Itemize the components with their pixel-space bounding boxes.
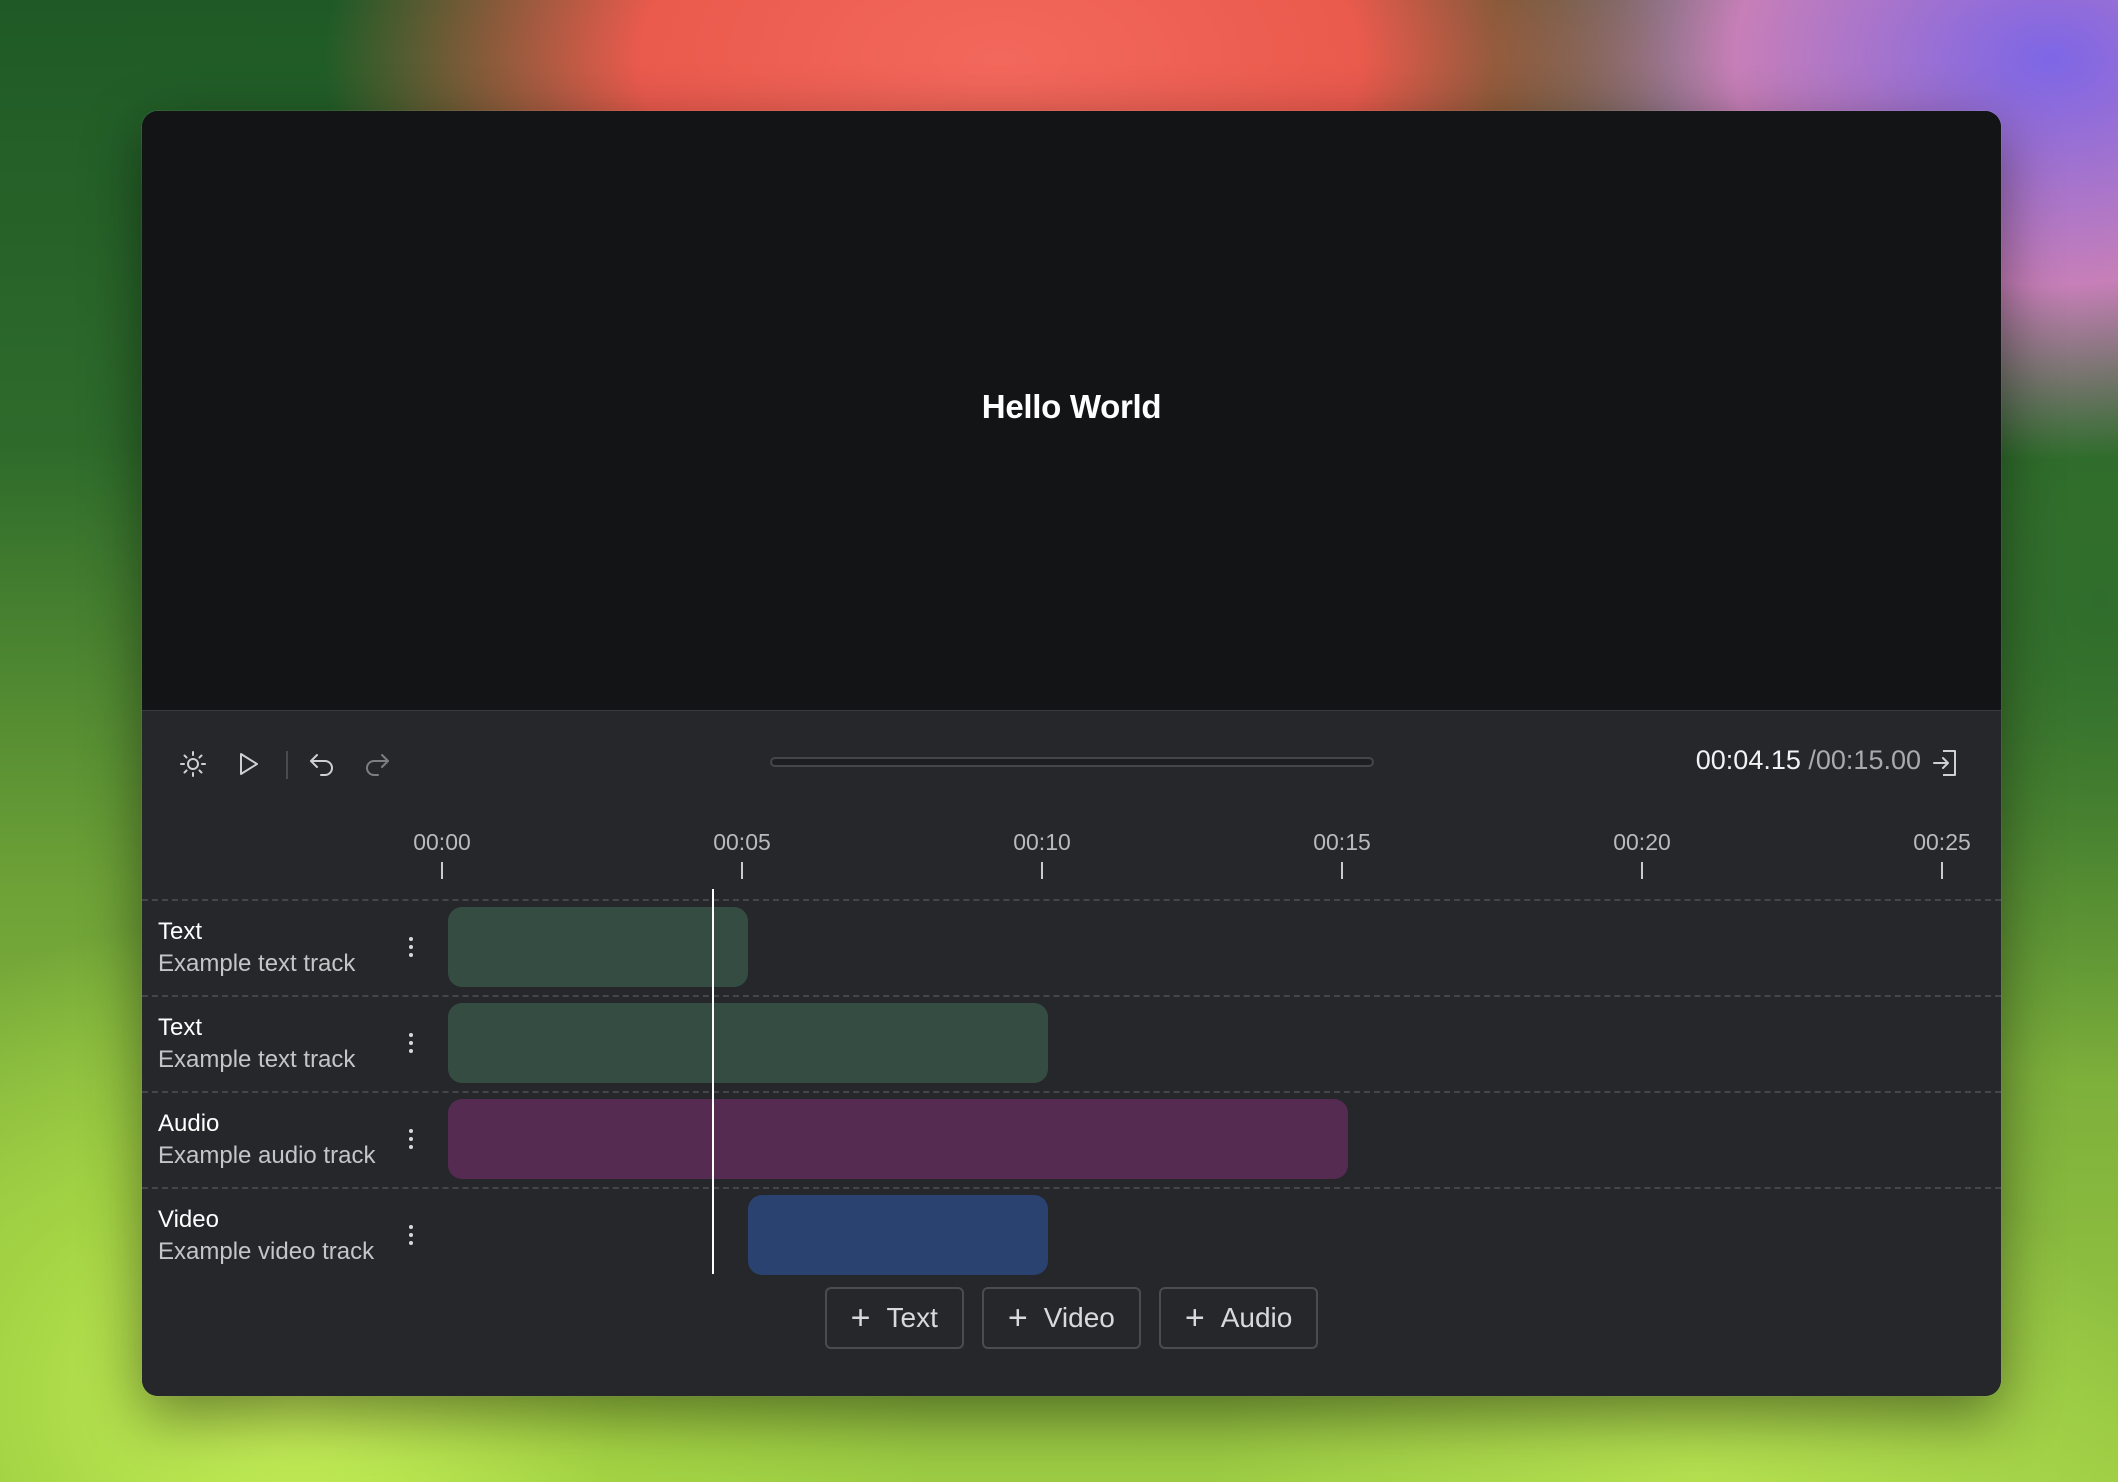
add-video-label: Video bbox=[1043, 1302, 1115, 1333]
track-name: Audio bbox=[158, 1110, 220, 1137]
ruler-tick-label: 00:25 bbox=[1913, 829, 1971, 855]
track-description: Example audio track bbox=[158, 1142, 376, 1169]
track-clip[interactable] bbox=[448, 907, 748, 987]
track-row: Audio Example audio track bbox=[142, 1091, 2001, 1187]
track-more-icon[interactable] bbox=[399, 1027, 423, 1059]
theme-toggle-button[interactable] bbox=[177, 748, 209, 780]
redo-button[interactable] bbox=[361, 748, 393, 780]
time-separator: / bbox=[1800, 745, 1816, 775]
playback-progress-bar[interactable] bbox=[770, 757, 1374, 767]
track-clip[interactable] bbox=[748, 1195, 1048, 1275]
current-time: 00:04.15 bbox=[1695, 745, 1801, 775]
toolbar: 00:04.15 /00:15.00 bbox=[142, 711, 2001, 817]
ruler-tick: 00:05 bbox=[702, 817, 782, 879]
track-row: Text Example text track bbox=[142, 899, 2001, 995]
ruler-tick-mark bbox=[441, 862, 443, 879]
ruler-tick-mark bbox=[1641, 862, 1643, 879]
track-name: Text bbox=[158, 1014, 203, 1041]
add-audio-button[interactable]: + Audio bbox=[1158, 1287, 1319, 1349]
track-name: Text bbox=[158, 918, 203, 945]
ruler-tick: 00:15 bbox=[1302, 817, 1382, 879]
play-button[interactable] bbox=[232, 748, 264, 780]
play-icon bbox=[240, 753, 258, 775]
ruler-tick-label: 00:05 bbox=[713, 829, 771, 855]
ruler-tick-mark bbox=[1341, 862, 1343, 879]
track-description: Example text track bbox=[158, 950, 356, 977]
track-row: Text Example text track bbox=[142, 995, 2001, 1091]
ruler-tick-label: 00:20 bbox=[1613, 829, 1671, 855]
ruler-tick: 00:25 bbox=[1902, 817, 1982, 879]
plus-icon: + bbox=[850, 1299, 871, 1337]
add-text-label: Text bbox=[886, 1302, 938, 1333]
ruler-tick: 00:10 bbox=[1002, 817, 1082, 879]
track-name: Video bbox=[158, 1206, 219, 1233]
undo-button[interactable] bbox=[306, 748, 338, 780]
track-clip[interactable] bbox=[448, 1003, 1048, 1083]
ruler-tick-label: 00:00 bbox=[413, 829, 471, 855]
video-preview: Hello World bbox=[142, 111, 2001, 711]
ruler-tick: 00:00 bbox=[402, 817, 482, 879]
add-audio-label: Audio bbox=[1220, 1302, 1293, 1333]
add-video-button[interactable]: + Video bbox=[981, 1287, 1141, 1349]
plus-icon: + bbox=[1007, 1299, 1028, 1337]
timecode: 00:04.15 /00:15.00 bbox=[1696, 745, 1921, 776]
playhead[interactable] bbox=[712, 889, 714, 1274]
track-more-icon[interactable] bbox=[399, 1219, 423, 1251]
ruler-tick-mark bbox=[1941, 862, 1943, 879]
plus-icon: + bbox=[1184, 1299, 1205, 1337]
total-time: 00:15.00 bbox=[1815, 745, 1921, 775]
ruler-tick: 00:20 bbox=[1602, 817, 1682, 879]
add-text-button[interactable]: + Text bbox=[824, 1287, 964, 1349]
ruler-tick-mark bbox=[1041, 862, 1043, 879]
track-more-icon[interactable] bbox=[399, 1123, 423, 1155]
timeline-ruler[interactable]: 00:00 00:05 00:10 00:15 00:20 00:25 bbox=[142, 817, 2001, 899]
toolbar-divider bbox=[286, 751, 288, 779]
ruler-tick-label: 00:15 bbox=[1313, 829, 1371, 855]
ruler-tick-label: 00:10 bbox=[1013, 829, 1071, 855]
export-button[interactable] bbox=[1931, 747, 1963, 781]
timeline-editor: 00:04.15 /00:15.00 00:00 00:05 00:10 00:15 0… bbox=[142, 711, 2001, 1396]
track-description: Example video track bbox=[158, 1238, 375, 1265]
redo-icon bbox=[366, 754, 389, 776]
track-clip[interactable] bbox=[448, 1099, 1348, 1179]
sun-icon bbox=[180, 751, 206, 777]
undo-icon bbox=[310, 754, 333, 776]
export-icon bbox=[1933, 750, 1956, 776]
ruler-tick-mark bbox=[741, 862, 743, 879]
app-window: Hello World 00:04.15 /00:15.00 00:00 00:… bbox=[142, 111, 2001, 1396]
preview-text: Hello World bbox=[981, 388, 1162, 425]
track-row: Video Example video track bbox=[142, 1187, 2001, 1283]
track-more-icon[interactable] bbox=[399, 931, 423, 963]
add-track-buttons: + Text + Video + Audio bbox=[142, 1287, 2001, 1349]
track-description: Example text track bbox=[158, 1046, 356, 1073]
